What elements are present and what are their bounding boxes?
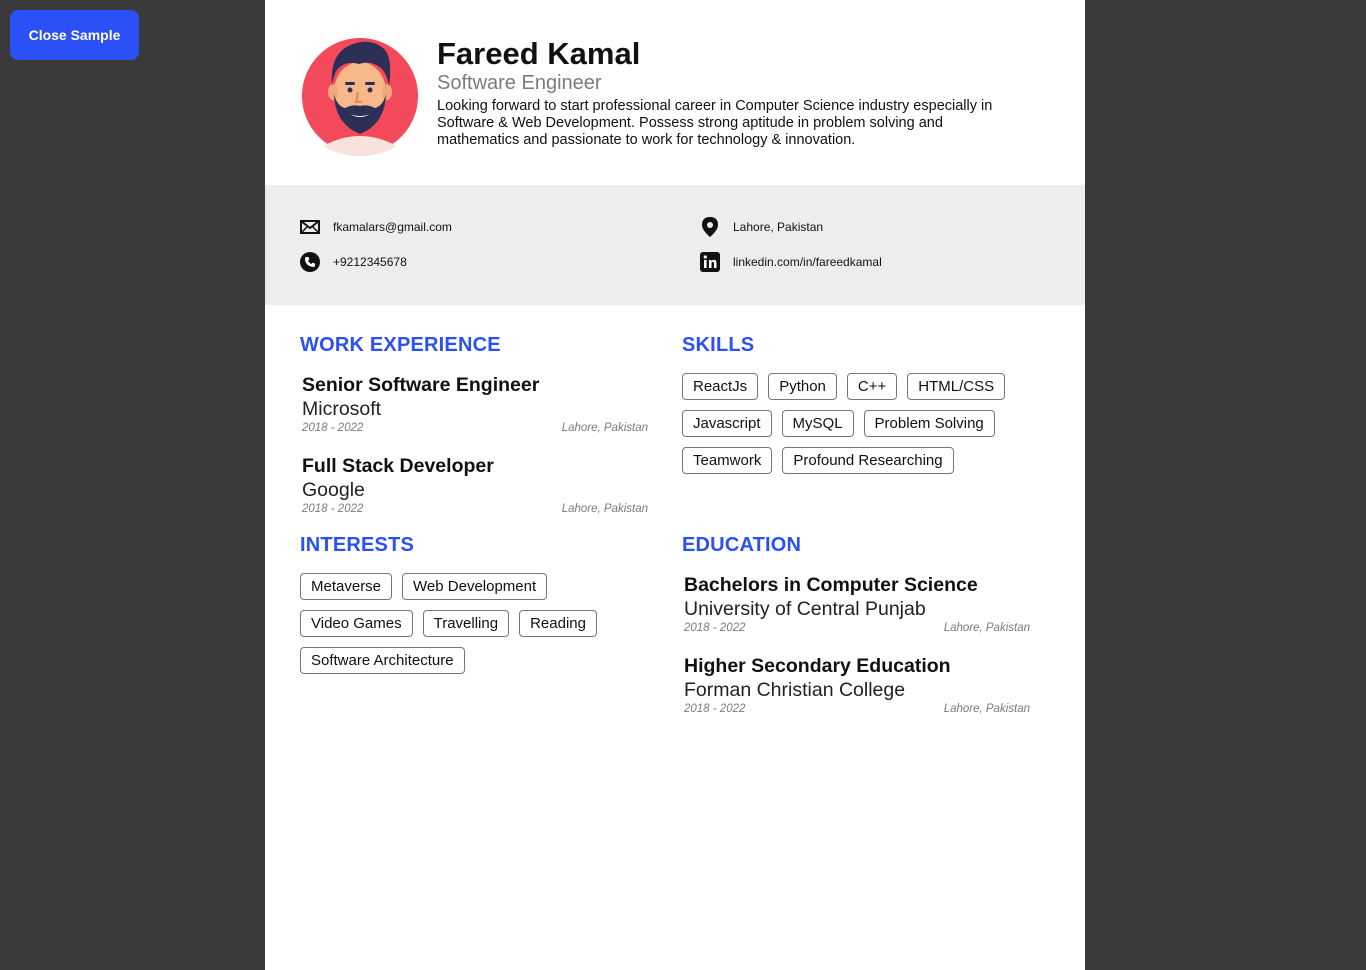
job-dates: 2018 - 2022 — [302, 422, 364, 434]
institution: Forman Christian College — [684, 679, 906, 701]
contact-linkedin: linkedin.com/in/fareedkamal — [700, 252, 882, 272]
interest-tag: Web Development — [402, 573, 548, 600]
skill-tag: ReactJs — [682, 373, 759, 400]
contact-location: Lahore, Pakistan — [700, 217, 823, 237]
email-text: fkamalars@gmail.com — [333, 220, 452, 234]
education-location: Lahore, Pakistan — [943, 703, 1030, 715]
work-item: Senior Software Engineer Microsoft 2018 … — [302, 373, 648, 434]
phone-icon — [300, 252, 320, 272]
degree-title: Bachelors in Computer Science — [684, 574, 978, 596]
skill-tag: Python — [768, 373, 837, 400]
contact-band: fkamalars@gmail.com +9212345678 Lahore, … — [265, 185, 1085, 305]
skill-tag: Javascript — [682, 410, 772, 437]
interest-tag: Video Games — [300, 610, 413, 637]
map-pin-icon — [700, 217, 720, 237]
degree-title: Higher Secondary Education — [684, 655, 951, 677]
skill-tag: Teamwork — [682, 447, 773, 474]
education-meta: 2018 - 2022 Lahore, Pakistan — [684, 703, 1030, 715]
contact-phone: +9212345678 — [300, 252, 407, 272]
skill-tag: C++ — [846, 373, 898, 400]
profile-summary: Looking forward to start professional ca… — [437, 98, 993, 148]
avatar — [302, 38, 418, 156]
education-meta: 2018 - 2022 Lahore, Pakistan — [684, 622, 1030, 634]
job-title: Senior Software Engineer — [302, 374, 540, 396]
institution: University of Central Punjab — [684, 598, 926, 620]
work-item: Full Stack Developer Google 2018 - 2022 … — [302, 454, 648, 515]
linkedin-text: linkedin.com/in/fareedkamal — [733, 255, 882, 269]
job-meta: 2018 - 2022 Lahore, Pakistan — [302, 422, 648, 434]
education-location: Lahore, Pakistan — [943, 622, 1030, 634]
skill-tag: HTML/CSS — [907, 373, 1006, 400]
location-text: Lahore, Pakistan — [733, 220, 824, 234]
job-location: Lahore, Pakistan — [561, 422, 648, 434]
interest-tag: Metaverse — [300, 573, 393, 600]
education-dates: 2018 - 2022 — [684, 622, 746, 634]
envelope-icon — [300, 217, 320, 237]
job-location: Lahore, Pakistan — [561, 503, 648, 515]
job-company: Google — [302, 479, 365, 501]
skills-list: ReactJs Python C++ HTML/CSS Javascript M… — [682, 373, 1022, 474]
skill-tag: Profound Researching — [782, 447, 954, 474]
interests-list: Metaverse Web Development Video Games Tr… — [300, 573, 630, 674]
linkedin-icon — [700, 252, 720, 272]
job-title: Full Stack Developer — [302, 455, 494, 477]
work-experience-heading: WORK EXPERIENCE — [300, 334, 501, 356]
candidate-role: Software Engineer — [437, 72, 602, 94]
education-dates: 2018 - 2022 — [684, 703, 746, 715]
education-item: Higher Secondary Education Forman Christ… — [684, 654, 1030, 715]
skill-tag: Problem Solving — [863, 410, 995, 437]
interests-heading: INTERESTS — [300, 534, 415, 556]
education-item: Bachelors in Computer Science University… — [684, 573, 1030, 634]
resume-page: Fareed Kamal Software Engineer Looking f… — [265, 0, 1085, 970]
job-company: Microsoft — [302, 398, 382, 420]
education-heading: EDUCATION — [682, 534, 802, 556]
candidate-name: Fareed Kamal — [437, 36, 641, 71]
job-dates: 2018 - 2022 — [302, 503, 364, 515]
skill-tag: MySQL — [781, 410, 854, 437]
job-meta: 2018 - 2022 Lahore, Pakistan — [302, 503, 648, 515]
interest-tag: Travelling — [422, 610, 510, 637]
skills-heading: SKILLS — [682, 334, 755, 356]
interest-tag: Software Architecture — [300, 647, 465, 674]
resume-header: Fareed Kamal Software Engineer Looking f… — [265, 0, 1085, 185]
contact-email: fkamalars@gmail.com — [300, 217, 452, 237]
interest-tag: Reading — [519, 610, 597, 637]
phone-text: +9212345678 — [333, 255, 407, 269]
close-sample-button[interactable]: Close Sample — [10, 10, 139, 60]
